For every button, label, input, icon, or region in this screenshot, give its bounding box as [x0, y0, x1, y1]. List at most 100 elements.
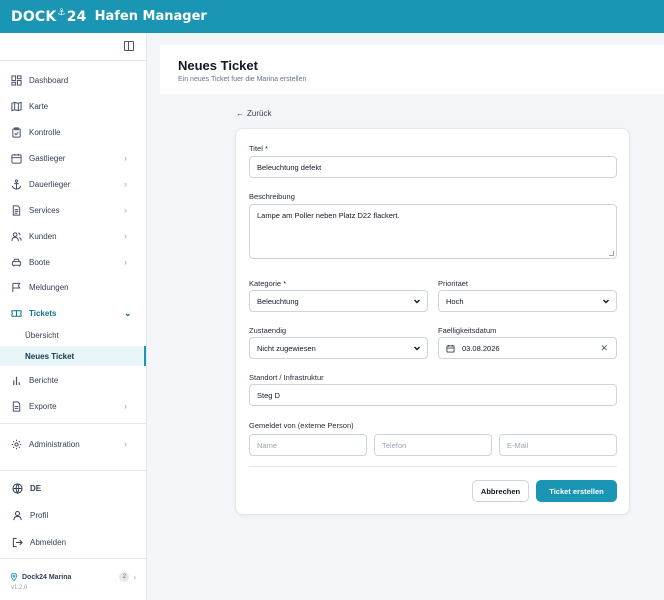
flag-icon	[11, 282, 22, 293]
description-textarea-value: Lampe am Poller neben Platz D22 flackert…	[257, 211, 400, 220]
sidebar-divider	[0, 60, 146, 61]
sidebar-subitem-neues-ticket[interactable]: Neues Ticket	[0, 346, 146, 366]
gear-icon	[11, 439, 22, 450]
sidebar-item-karte[interactable]: Karte	[0, 95, 146, 117]
create-ticket-button[interactable]: Ticket erstellen	[536, 480, 617, 502]
clipboard-check-icon	[11, 126, 22, 138]
category-select-value: Beleuchtung	[257, 296, 299, 306]
sidebar-item-kunden[interactable]: Kunden ›	[0, 225, 146, 247]
profile-label: Profil	[30, 510, 49, 520]
reporter-phone-placeholder: Telefon	[382, 440, 407, 450]
sidebar-item-label: Exporte	[29, 401, 57, 411]
sidebar-item-berichte[interactable]: Berichte	[0, 369, 146, 391]
sidebar-item-tickets[interactable]: Tickets ⌄	[0, 302, 146, 324]
priority-label: Prioritaet	[438, 279, 469, 288]
page-title: Neues Ticket	[178, 58, 258, 73]
reporter-email-placeholder: E-Mail	[507, 440, 529, 450]
title-input-value: Beleuchtung defekt	[257, 162, 322, 172]
due-date-input[interactable]: 03.08.2026 ✕	[438, 337, 617, 359]
logo-text-left: DOCK	[11, 8, 57, 25]
back-link[interactable]: ← Zurück	[236, 109, 271, 118]
location-input[interactable]: Steg D	[249, 384, 617, 406]
sidebar-subitem-uebersicht[interactable]: Übersicht	[0, 325, 146, 345]
sidebar-item-label: Dauerlieger	[29, 179, 71, 189]
sidebar-item-services[interactable]: Services ›	[0, 199, 146, 221]
location-pin-icon	[10, 573, 18, 581]
sidebar-item-dashboard[interactable]: Dashboard	[0, 69, 146, 91]
language-switch[interactable]: DE	[0, 477, 146, 499]
language-label: DE	[30, 483, 42, 493]
reporter-label: Gemeldet von (externe Person)	[249, 421, 354, 430]
assignee-select[interactable]: Nicht zugewiesen	[249, 337, 428, 359]
logout-link[interactable]: Abmelden	[0, 531, 146, 553]
sidebar-item-label: Kontrolle	[29, 127, 61, 137]
dock24-logo[interactable]: DOCK ⚓ 24	[11, 7, 87, 25]
file-export-icon	[11, 400, 22, 412]
cancel-button[interactable]: Abbrechen	[472, 480, 529, 502]
map-icon	[11, 101, 22, 112]
sidebar-item-label: Administration	[29, 439, 80, 449]
reporter-phone-input[interactable]: Telefon	[374, 434, 492, 456]
marina-count-badge: 2	[119, 572, 130, 582]
assignee-label: Zustaendig	[249, 326, 287, 335]
sidebar-item-label: Tickets	[29, 308, 57, 318]
sidebar-divider	[0, 470, 146, 471]
page-subtitle: Ein neues Ticket fuer die Marina erstell…	[178, 76, 307, 83]
location-input-value: Steg D	[257, 390, 280, 400]
title-input[interactable]: Beleuchtung defekt	[249, 156, 617, 178]
description-textarea[interactable]: Lampe am Poller neben Platz D22 flackert…	[249, 204, 617, 259]
category-select[interactable]: Beleuchtung	[249, 290, 428, 312]
top-bar: DOCK ⚓ 24 Hafen Manager	[0, 0, 664, 33]
sidebar-item-label: Karte	[29, 101, 49, 111]
sidebar-item-administration[interactable]: Administration ›	[0, 433, 146, 455]
chevron-right-icon: ›	[124, 231, 127, 241]
marina-name: Dock24 Marina	[22, 573, 72, 581]
dashboard-icon	[11, 74, 22, 86]
reporter-email-input[interactable]: E-Mail	[499, 434, 617, 456]
chevron-right-icon: ›	[124, 179, 127, 189]
sidebar-item-dauerlieger[interactable]: Dauerlieger ›	[0, 173, 146, 195]
profile-link[interactable]: Profil	[0, 504, 146, 526]
car-icon	[11, 257, 22, 268]
form-divider	[249, 466, 617, 467]
bar-chart-icon	[11, 375, 22, 386]
globe-icon	[12, 482, 23, 494]
sidebar: Dashboard Karte Kontrolle Gastlieger › D…	[0, 33, 147, 600]
sidebar-item-meldungen[interactable]: Meldungen	[0, 276, 146, 298]
document-icon	[11, 204, 22, 216]
title-label: Titel *	[249, 144, 268, 153]
collapse-sidebar-icon[interactable]	[124, 41, 134, 51]
calendar-icon	[11, 153, 22, 164]
chevron-down-icon	[601, 296, 611, 306]
location-label: Standort / Infrastruktur	[249, 373, 324, 382]
calendar-icon	[446, 344, 455, 353]
marina-switcher[interactable]: Dock24 Marina 2 ›	[10, 572, 136, 582]
anchor-logo-icon: ⚓	[57, 7, 66, 18]
chevron-right-icon: ›	[124, 153, 127, 163]
user-icon	[12, 510, 23, 521]
app-title: Hafen Manager	[94, 9, 207, 24]
sidebar-item-label: Gastlieger	[29, 153, 66, 163]
sidebar-item-gastlieger[interactable]: Gastlieger ›	[0, 147, 146, 169]
sidebar-item-label: Meldungen	[29, 282, 69, 292]
sidebar-divider	[0, 423, 146, 424]
sidebar-item-label: Boote	[29, 257, 50, 267]
sidebar-item-kontrolle[interactable]: Kontrolle	[0, 121, 146, 143]
sidebar-item-label: Services	[29, 205, 60, 215]
sidebar-item-label: Berichte	[29, 375, 59, 385]
chevron-right-icon: ›	[124, 439, 127, 449]
clear-date-icon[interactable]: ✕	[600, 343, 608, 353]
category-label: Kategorie *	[249, 279, 287, 288]
resize-handle-icon[interactable]	[609, 251, 614, 256]
sidebar-item-exporte[interactable]: Exporte ›	[0, 395, 146, 417]
sidebar-subitem-label: Neues Ticket	[25, 351, 75, 361]
chevron-down-icon	[412, 296, 422, 306]
sidebar-item-label: Dashboard	[29, 75, 69, 85]
logo-text-right: 24	[66, 8, 87, 25]
reporter-name-input[interactable]: Name	[249, 434, 367, 456]
logout-icon	[12, 537, 23, 548]
sidebar-item-boote[interactable]: Boote ›	[0, 251, 146, 273]
arrow-left-icon: ←	[236, 109, 244, 118]
page-header: Neues Ticket Ein neues Ticket fuer die M…	[160, 45, 664, 94]
priority-select[interactable]: Hoch	[438, 290, 617, 312]
